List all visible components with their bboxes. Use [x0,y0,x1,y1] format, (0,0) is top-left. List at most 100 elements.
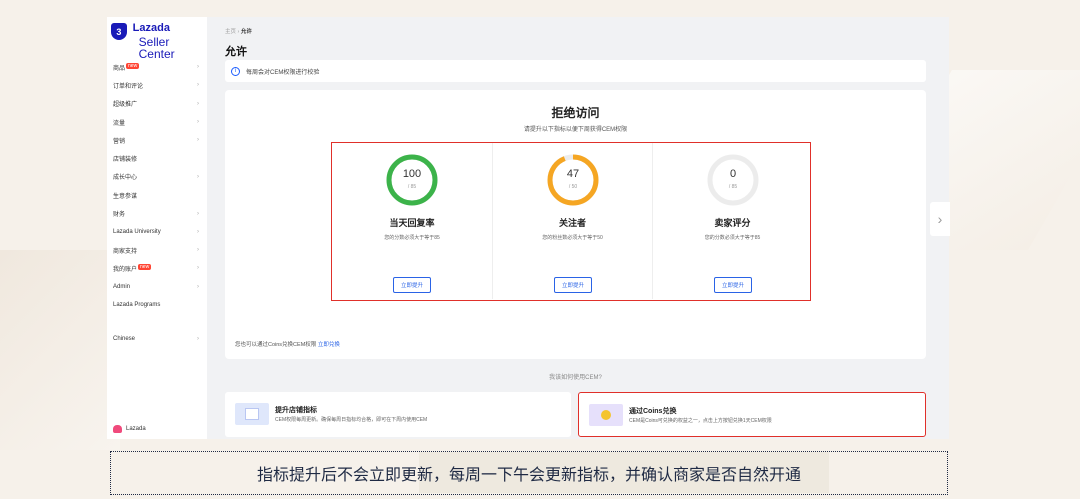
sidebar-item-label: 营销 [113,138,126,145]
info-icon: i [231,66,240,76]
sidebar-item-label: 成长中心 [113,175,138,182]
metric-target: / 85 [728,184,738,190]
sidebar-item-label: 我的账户 [113,266,138,273]
sidebar-item[interactable]: 我的账户 new › [113,259,205,277]
sidebar-item[interactable]: 流量 › [113,113,205,131]
sidebar-item-label: Lazada Programs [113,302,161,308]
option-desc: CEM是Coins可兑换的权益之一，点击上方按钮兑换1天CEM权限 [629,418,772,424]
logo-line1: Lazada [132,22,170,34]
sidebar-item-label: 生意参谋 [113,193,138,200]
chevron-right-icon: › [197,100,199,107]
option-title: 提升店铺指标 [275,407,317,414]
caption-text: 指标提升后不会立即更新，每周一下午会更新指标，并确认商家是否自然开通 [256,467,801,484]
option-desc: CEM权限每周更新。确保每周日指标均合格，即可在下周内使用CEM [275,417,428,423]
chevron-right-icon: › [197,82,199,89]
sidebar-item-left: 商品 new [113,62,140,72]
metrics-panel: 100 / 85 当天回复率 您的分数必须大于等于85 立即提升 47 / 50 关注者 您的粉… [331,142,811,301]
card-title: 拒绝访问 [551,106,600,120]
caption-banner: 指标提升后不会立即更新，每周一下午会更新指标，并确认商家是否自然开通 [110,451,948,495]
document-icon [235,403,269,425]
sidebar-item-label: 流量 [113,120,126,127]
progress-ring [706,153,760,207]
sidebar-item[interactable]: 商家支持 › [113,241,205,259]
metric-description: 您的粉丝数必须大于等于50 [542,235,603,241]
improve-now-button[interactable]: 立即提升 [714,277,752,293]
sidebar-item-left: 生意参谋 [113,191,137,200]
app-window: 3 Lazada Seller Center 商品 new › 订单和评论 › 超级推广 ›… [107,17,949,439]
lazada-bag-icon: 3 [111,23,127,40]
sidebar-item[interactable]: 生意参谋 [113,186,205,204]
sidebar-item[interactable]: 财务 › [113,204,205,222]
footer-brand: Lazada [126,426,146,432]
metric-target: / 85 [407,184,417,190]
sidebar-item-left: 商家支持 [113,246,137,255]
sidebar-item[interactable]: Lazada University › [113,223,205,241]
coins-note-text: 您也可以通过Coins兑换CEM权限 [235,342,317,348]
language-selector[interactable]: Chinese › [113,330,205,348]
metric-card: 0 / 85 卖家评分 您的分数必须大于等于85 立即提升 [652,143,812,299]
chevron-right-icon: › [197,336,199,343]
sidebar-item[interactable]: 商品 new › [113,58,205,76]
metric-description: 您的分数必须大于等于85 [704,235,761,241]
chevron-right-icon: › [197,283,199,290]
card-subtitle: 请提升以下指标以便下周获得CEM权限 [523,127,628,133]
sidebar-item-label: Lazada University [113,228,161,235]
improve-now-button[interactable]: 立即提升 [393,277,431,293]
sidebar-item[interactable]: 营销 › [113,131,205,149]
metric-card: 47 / 50 关注者 您的粉丝数必须大于等于50 立即提升 [492,143,652,299]
notice-bar: i 每周会对CEM权限进行校验 [225,60,926,82]
sidebar-item[interactable]: Admin › [113,278,205,296]
sidebar-item[interactable]: 超级推广 › [113,95,205,113]
main-content: 主页 › 允许 允许 i 每周会对CEM权限进行校验 拒绝访问 请提升以下指标以… [225,17,929,439]
sidebar-item[interactable]: 店铺装修 [113,149,205,167]
redeem-now-link[interactable]: 立即兑换 [318,342,340,348]
sidebar-item-label: 订单和评论 [113,83,144,90]
how-to-use-cem: 我该如何使用CEM? [549,375,602,381]
chevron-right-icon: › [197,119,199,126]
sidebar-item-left: Lazada Programs [113,302,160,308]
sidebar-item-left: 店铺装修 [113,154,137,163]
chevron-right-icon: › [197,64,199,71]
metric-value: 100 [402,168,422,180]
sidebar-item-label: 超级推广 [113,102,138,109]
metric-title: 关注者 [558,218,586,228]
new-badge: new [138,263,152,270]
sidebar-item-left: 流量 [113,118,125,127]
page-title: 允许 [225,46,247,58]
sidebar-item-left: Lazada University [113,229,161,235]
breadcrumb-home[interactable]: 主页 [225,29,236,35]
sidebar-item-left: 成长中心 [113,172,137,181]
sidebar-item-label: 财务 [113,212,126,219]
sidebar-item-left: 我的账户 new [113,263,152,273]
metric-description: 您的分数必须大于等于85 [384,235,440,241]
sidebar-item-label: 商品 [113,65,126,72]
sidebar-item[interactable]: 成长中心 › [113,168,205,186]
progress-ring [385,153,439,207]
sidebar-item-label: 商家支持 [113,248,138,255]
metric-value: 0 [729,168,737,180]
coin-icon [589,404,623,426]
chevron-right-icon: › [197,137,199,144]
sidebar-item-label: Admin [113,283,131,290]
metric-target: / 50 [568,184,578,190]
chevron-right-icon: › [197,247,199,254]
language-label: Chinese [113,336,136,343]
sidebar-menu: 商品 new › 订单和评论 › 超级推广 › 流量 › 营销 › 店铺装修 成长中心 › 生意参谋 财务 › L… [113,58,205,348]
sidebar-item[interactable]: 订单和评论 › [113,76,205,94]
breadcrumb-current: 允许 [240,29,252,35]
background-decoration [0,250,120,450]
menu-spacer [113,314,205,330]
sidebar-item[interactable]: Lazada Programs [113,296,205,314]
option-title: 通过Coins兑换 [629,408,677,415]
chevron-right-icon: › [197,210,199,217]
option-improve-metrics[interactable]: 提升店铺指标 CEM权限每周更新。确保每周日指标均合格，即可在下周内使用CEM [225,392,571,437]
lazada-heart-icon [113,425,122,433]
lazada-logo[interactable]: 3 Lazada Seller Center [111,23,207,60]
sidebar-item-left: 超级推广 [113,99,137,108]
coins-note: 您也可以通过Coins兑换CEM权限 立即兑换 [235,340,340,348]
next-arrow-icon[interactable]: › [930,202,950,236]
sidebar-item-label: 店铺装修 [113,157,138,164]
option-redeem-coins[interactable]: 通过Coins兑换 CEM是Coins可兑换的权益之一，点击上方按钮兑换1天CE… [578,392,926,437]
improve-now-button[interactable]: 立即提升 [554,277,592,293]
chevron-right-icon: › [197,228,199,235]
